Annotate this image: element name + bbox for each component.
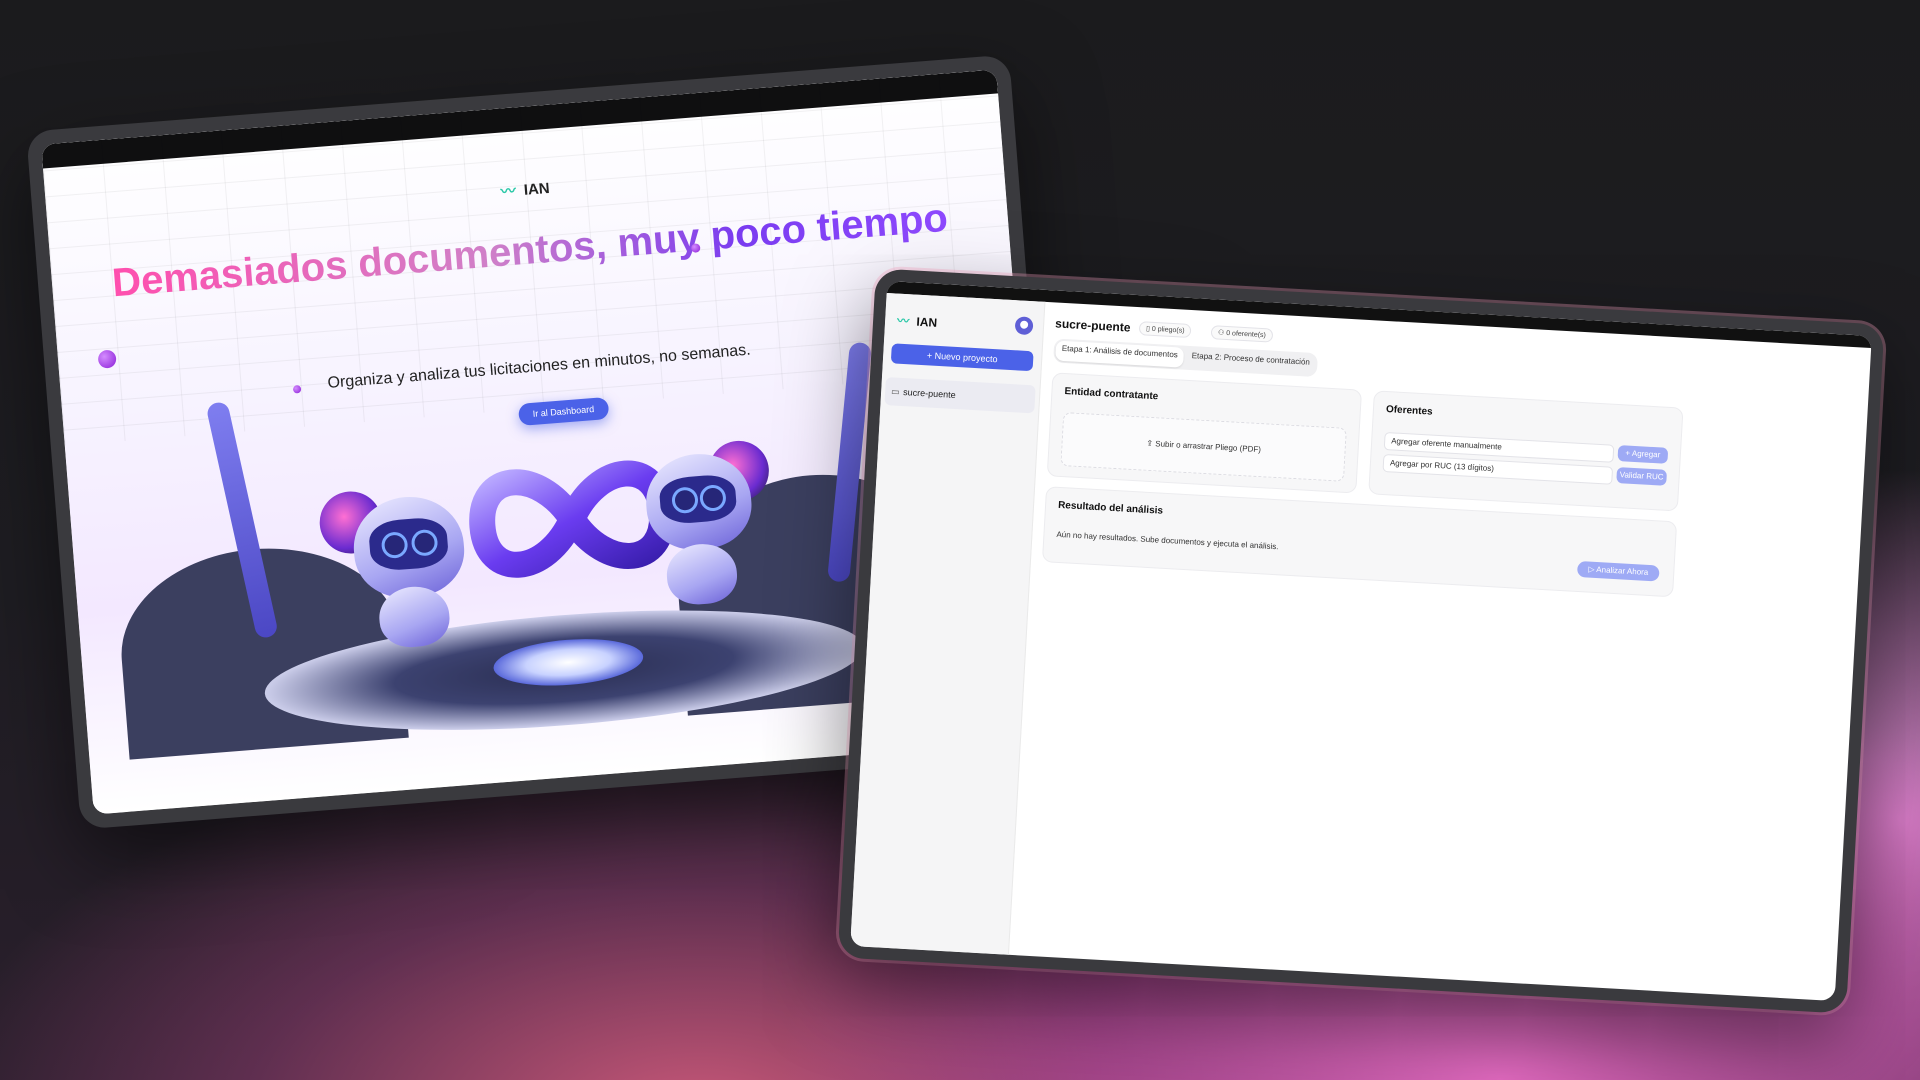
hero-illustration: [113, 341, 968, 764]
robot-eye: [410, 528, 439, 557]
robot-face: [658, 473, 738, 526]
sidebar-logo[interactable]: 〰 IAN: [897, 312, 938, 331]
pliegos-count-label: 0 pliego(s): [1151, 325, 1185, 335]
ian-logo-icon: 〰: [896, 313, 908, 329]
stage-tabs: Etapa 1: Análisis de documentos Etapa 2:…: [1053, 338, 1319, 378]
entity-card-title: Entidad contratante: [1064, 386, 1159, 403]
folder-icon: ▭: [890, 386, 900, 397]
results-empty-text: Aún no hay resultados. Sube documentos y…: [1056, 529, 1279, 552]
pliegos-count-badge: ▯ 0 pliego(s): [1138, 321, 1192, 339]
robot-eye: [380, 531, 409, 560]
landing-logo-text: IAN: [523, 179, 551, 199]
new-project-label: Nuevo proyecto: [934, 350, 998, 365]
robot-eye: [698, 484, 727, 512]
add-bidder-button[interactable]: + Agregar: [1617, 445, 1669, 464]
sidebar: 〰 IAN + Nuevo proyecto ▭ sucre-puente: [850, 292, 1046, 955]
analyze-now-button[interactable]: ▷ Analizar Ahora: [1576, 560, 1660, 582]
new-project-button[interactable]: + Nuevo proyecto: [890, 343, 1034, 372]
bidders-card: Oferentes Agregar oferente manualmente A…: [1368, 390, 1684, 512]
upload-dropzone[interactable]: ⇪ Subir o arrastrar Pliego (PDF): [1060, 412, 1347, 482]
bidders-card-title: Oferentes: [1385, 404, 1433, 418]
sidebar-item-label: sucre-puente: [902, 387, 956, 400]
tab-stage-1[interactable]: Etapa 1: Análisis de documentos: [1055, 340, 1185, 368]
page-title: sucre-puente: [1054, 316, 1131, 335]
validate-ruc-button[interactable]: Validar RUC: [1616, 467, 1668, 486]
tab-stage-2[interactable]: Etapa 2: Proceso de contratación: [1185, 348, 1316, 375]
ian-logo-icon: 〰: [500, 182, 515, 201]
entity-card: Entidad contratante ⇪ Subir o arrastrar …: [1046, 372, 1363, 494]
oferentes-count-badge: ⚇ 0 oferente(s): [1210, 325, 1274, 343]
add-bidder-label: Agregar: [1631, 448, 1661, 460]
avatar[interactable]: [1014, 316, 1034, 336]
sidebar-logo-text: IAN: [916, 314, 938, 330]
robot-eye: [671, 486, 699, 515]
sidebar-item-sucre-puente[interactable]: ▭ sucre-puente: [884, 377, 1036, 414]
dashboard-tablet: 〰 IAN + Nuevo proyecto ▭ sucre-puente su…: [837, 268, 1885, 1014]
oferentes-count-label: 0 oferente(s): [1225, 330, 1267, 340]
robot-face: [367, 516, 450, 573]
results-card-title: Resultado del análisis: [1057, 499, 1164, 517]
dashboard-screen: 〰 IAN + Nuevo proyecto ▭ sucre-puente su…: [850, 280, 1872, 1002]
upload-label: Subir o arrastrar Pliego (PDF): [1155, 439, 1262, 455]
analyze-now-label: Analizar Ahora: [1596, 565, 1649, 577]
main-content: sucre-puente ▯ 0 pliego(s) ⚇ 0 oferente(…: [1020, 302, 1871, 1001]
